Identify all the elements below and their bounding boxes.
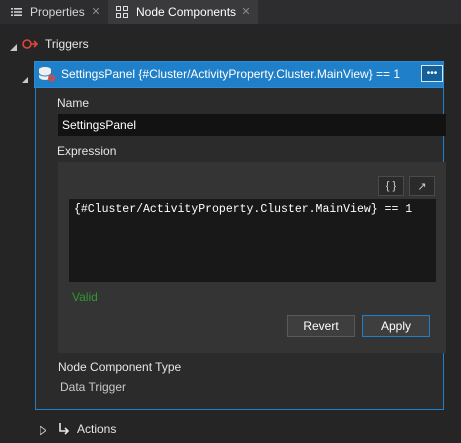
tab-properties-label: Properties [30, 5, 85, 19]
revert-button-label: Revert [303, 319, 339, 333]
validation-status: Valid [72, 290, 98, 304]
expand-triangle-icon[interactable] [22, 72, 28, 86]
tree-item-triggers[interactable]: Triggers [0, 33, 461, 55]
expand-editor-button[interactable]: ↗ [409, 176, 435, 196]
trigger-icon [22, 37, 39, 54]
more-icon: ••• [426, 68, 438, 79]
component-type-value: Data Trigger [60, 380, 127, 394]
expression-label: Expression [57, 144, 117, 158]
expand-arrow-icon: ↗ [417, 180, 427, 193]
component-type-label: Node Component Type [58, 360, 182, 374]
name-label: Name [57, 96, 90, 110]
node-components-icon [116, 6, 128, 18]
name-input[interactable]: SettingsPanel [58, 114, 446, 136]
tree-item-triggers-label: Triggers [45, 37, 89, 51]
apply-button-label: Apply [380, 319, 412, 333]
action-arrow-icon [57, 421, 71, 438]
more-options-button[interactable]: ••• [421, 65, 443, 82]
apply-button[interactable]: Apply [362, 315, 430, 337]
expression-input[interactable]: {#Cluster/ActivityProperty.Cluster.MainV… [69, 199, 436, 282]
braces-button[interactable]: { } [378, 176, 404, 196]
tab-bar: Properties ✕ Node Components ✕ [0, 0, 461, 24]
data-trigger-icon [38, 66, 56, 85]
braces-icon: { } [385, 180, 397, 192]
tab-properties[interactable]: Properties ✕ [0, 0, 108, 24]
expand-triangle-icon[interactable] [10, 40, 17, 54]
tree-item-actions-label: Actions [77, 422, 117, 436]
tab-node-components[interactable]: Node Components ✕ [108, 0, 258, 24]
close-icon[interactable]: ✕ [90, 5, 102, 19]
tree-item-settingspanel-label: SettingsPanel {#Cluster/ActivityProperty… [61, 67, 401, 81]
revert-button[interactable]: Revert [287, 315, 355, 337]
tab-node-components-label: Node Components [136, 5, 237, 19]
tree-item-actions[interactable]: Actions [0, 418, 461, 440]
tree-item-settingspanel-trigger[interactable]: SettingsPanel {#Cluster/ActivityProperty… [22, 61, 444, 88]
collapse-triangle-icon[interactable] [39, 424, 47, 438]
close-icon[interactable]: ✕ [240, 5, 252, 19]
list-icon [10, 6, 22, 18]
